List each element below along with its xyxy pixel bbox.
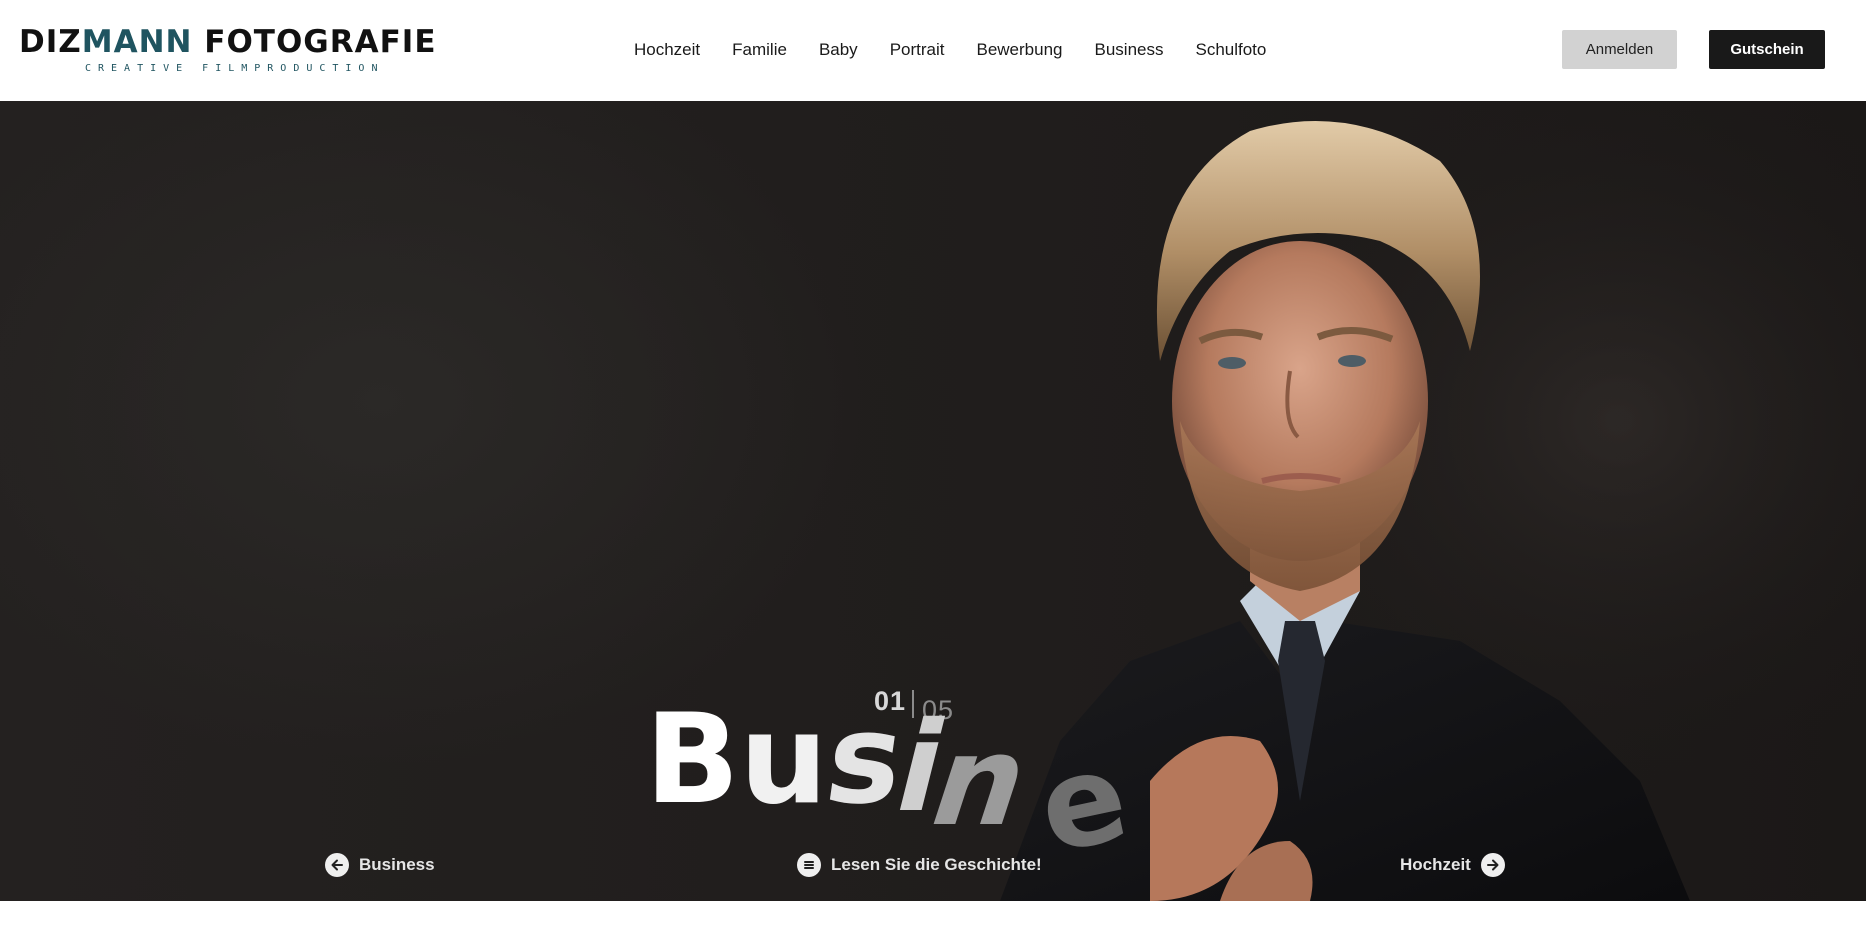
next-slide-link[interactable]: Hochzeit [1400, 852, 1505, 878]
site-header: DIZMANN FOTOGRAFIE CREATIVE FILMPRODUCTI… [0, 0, 1866, 101]
arrow-left-icon [325, 853, 349, 877]
hero-title: Busine [645, 688, 1140, 882]
nav-item-schulfoto[interactable]: Schulfoto [1195, 38, 1266, 62]
read-story-label: Lesen Sie die Geschichte! [831, 855, 1042, 874]
main-navigation: Hochzeit Familie Baby Portrait Bewerbung… [634, 38, 1298, 62]
previous-slide-label: Business [359, 855, 435, 874]
site-logo[interactable]: DIZMANN FOTOGRAFIE CREATIVE FILMPRODUCTI… [19, 26, 435, 78]
previous-slide-link[interactable]: Business [325, 852, 435, 878]
voucher-button[interactable]: Gutschein [1709, 30, 1825, 69]
nav-item-baby[interactable]: Baby [819, 38, 858, 62]
nav-item-bewerbung[interactable]: Bewerbung [976, 38, 1062, 62]
nav-item-portrait[interactable]: Portrait [890, 38, 945, 62]
login-button[interactable]: Anmelden [1562, 30, 1677, 69]
hero-title-letter: u [739, 688, 828, 832]
nav-item-hochzeit[interactable]: Hochzeit [634, 38, 700, 62]
nav-item-familie[interactable]: Familie [732, 38, 787, 62]
logo-wordmark: DIZMANN FOTOGRAFIE [19, 24, 437, 60]
list-icon [797, 853, 821, 877]
hero-title-letter: B [645, 688, 740, 832]
nav-item-business[interactable]: Business [1095, 38, 1164, 62]
logo-tagline: CREATIVE FILMPRODUCTION [85, 63, 385, 74]
read-story-link[interactable]: Lesen Sie die Geschichte! [797, 852, 1042, 878]
hero-slider: 01 05 Busine Business Lesen Sie die Gesc… [0, 101, 1866, 901]
arrow-right-icon [1480, 853, 1505, 877]
next-slide-label: Hochzeit [1400, 855, 1471, 874]
